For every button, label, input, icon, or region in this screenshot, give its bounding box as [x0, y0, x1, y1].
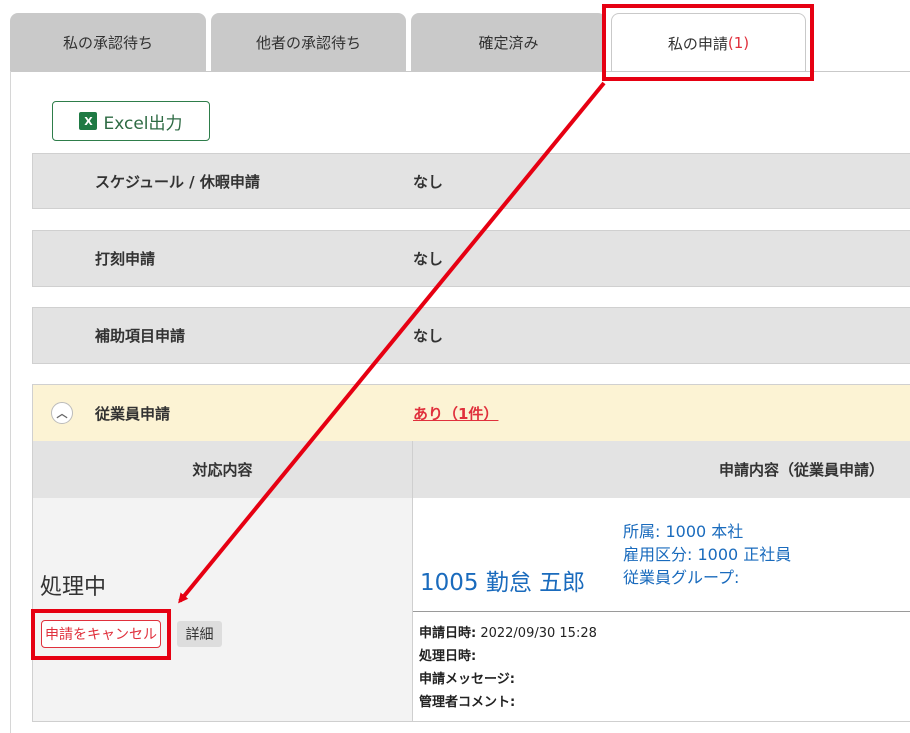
- arrow-line: [178, 81, 606, 604]
- annotation-arrow: [178, 81, 606, 604]
